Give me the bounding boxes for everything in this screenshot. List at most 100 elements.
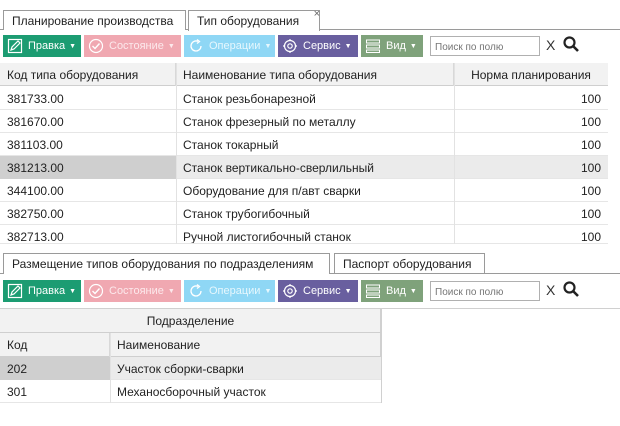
table-row[interactable]: 381670.00 Станок фрезерный по металлу 10… xyxy=(0,110,608,133)
table-row[interactable]: 344100.00 Оборудование для п/авт сварки … xyxy=(0,179,608,202)
view-label: Вид xyxy=(386,285,406,297)
column-divider xyxy=(176,63,177,244)
service-label: Сервис xyxy=(303,285,341,297)
cell-name: Участок сборки-сварки xyxy=(117,362,244,376)
tab-equipment-type[interactable]: Тип оборудования × xyxy=(188,8,320,31)
operations-button[interactable]: Операции ▼ xyxy=(184,280,275,302)
column-header-code[interactable]: Код xyxy=(0,333,110,357)
table-row[interactable]: 381103.00 Станок токарный 100 xyxy=(0,133,608,156)
column-header-name[interactable]: Наименование xyxy=(110,333,381,357)
edit-button[interactable]: Правка ▼ xyxy=(3,35,81,57)
operations-label: Операции xyxy=(209,285,261,297)
chevron-down-icon: ▼ xyxy=(344,42,352,50)
cell-norm: 100 xyxy=(580,161,601,175)
search-input[interactable] xyxy=(430,281,540,301)
tab-close-icon[interactable]: × xyxy=(314,8,320,20)
refresh-icon xyxy=(187,282,205,300)
group-header-division: Подразделение xyxy=(146,314,235,328)
cell-name: Станок токарный xyxy=(183,138,279,152)
clear-search-button[interactable]: X xyxy=(546,282,555,298)
column-divider xyxy=(381,309,382,403)
cell-code: 202 xyxy=(0,357,110,380)
edit-label: Правка xyxy=(28,285,66,297)
edit-button[interactable]: Правка ▼ xyxy=(3,280,81,302)
cell-name: Оборудование для п/авт сварки xyxy=(183,184,361,198)
service-label: Сервис xyxy=(303,40,341,52)
list-view-icon xyxy=(364,282,382,300)
cell-norm: 100 xyxy=(580,115,601,129)
pencil-icon xyxy=(6,282,24,300)
state-label: Состояние xyxy=(109,40,164,52)
chevron-down-icon: ▼ xyxy=(69,287,77,295)
table-row[interactable]: 301 Механосборочный участок xyxy=(0,380,381,403)
column-header-name[interactable]: Наименование типа оборудования xyxy=(176,63,454,86)
check-circle-icon xyxy=(87,37,105,55)
cell-code: 382750.00 xyxy=(7,207,64,221)
operations-label: Операции xyxy=(209,40,261,52)
view-label: Вид xyxy=(386,40,406,52)
cell-name: Станок вертикально-сверлильный xyxy=(183,161,374,175)
detail-toolbar: Правка ▼ Состояние ▼ Операции ▼ Сервис ▼… xyxy=(0,278,620,304)
list-view-icon xyxy=(364,37,382,55)
search-input[interactable] xyxy=(430,36,540,56)
chevron-down-icon: ▼ xyxy=(264,287,272,295)
group-header: Подразделение xyxy=(0,309,381,333)
gear-icon xyxy=(281,282,299,300)
table-header: Код Наименование xyxy=(0,333,381,357)
tab-production-planning[interactable]: Планирование производства xyxy=(3,10,186,30)
table-row[interactable]: 382750.00 Станок трубогибочный 100 xyxy=(0,202,608,225)
cell-norm: 100 xyxy=(580,207,601,221)
chevron-down-icon: ▼ xyxy=(264,42,272,50)
operations-button[interactable]: Операции ▼ xyxy=(184,35,275,57)
tab-label: Планирование производства xyxy=(12,14,174,28)
table-row-selected[interactable]: 381213.00 Станок вертикально-сверлильный… xyxy=(0,156,608,179)
tab-equipment-passport[interactable]: Паспорт оборудования xyxy=(334,253,485,273)
cell-norm: 100 xyxy=(580,138,601,152)
view-button[interactable]: Вид ▼ xyxy=(361,35,423,57)
view-button[interactable]: Вид ▼ xyxy=(361,280,423,302)
cell-norm: 100 xyxy=(580,230,601,244)
chevron-down-icon: ▼ xyxy=(409,287,417,295)
cell-name: Станок резьбонарезной xyxy=(183,92,316,106)
cell-norm: 100 xyxy=(580,184,601,198)
service-button[interactable]: Сервис ▼ xyxy=(278,35,358,57)
check-circle-icon xyxy=(87,282,105,300)
tab-label: Паспорт оборудования xyxy=(343,257,472,271)
main-toolbar: Правка ▼ Состояние ▼ Операции ▼ Сервис ▼… xyxy=(0,33,620,59)
clear-search-button[interactable]: X xyxy=(546,37,555,53)
tab-division-placement[interactable]: Размещение типов оборудования по подразд… xyxy=(3,253,330,274)
service-button[interactable]: Сервис ▼ xyxy=(278,280,358,302)
table-row[interactable]: 382713.00 Ручной листогибочный станок 10… xyxy=(0,225,608,244)
state-label: Состояние xyxy=(109,285,164,297)
column-header-norm[interactable]: Норма планирования xyxy=(454,63,608,86)
cell-norm: 100 xyxy=(580,92,601,106)
column-header-code[interactable]: Код типа оборудования xyxy=(0,63,176,86)
top-tab-bar: Планирование производства Тип оборудован… xyxy=(0,6,620,31)
column-divider xyxy=(110,333,111,403)
tab-label: Размещение типов оборудования по подразд… xyxy=(12,257,314,271)
edit-label: Правка xyxy=(28,40,66,52)
cell-code: 381103.00 xyxy=(7,138,63,152)
cell-code: 381213.00 xyxy=(0,156,176,179)
cell-code: 381670.00 xyxy=(7,115,64,129)
chevron-down-icon: ▼ xyxy=(344,287,352,295)
chevron-down-icon: ▼ xyxy=(167,42,175,50)
table-row-selected[interactable]: 202 Участок сборки-сварки xyxy=(0,357,381,380)
pencil-icon xyxy=(6,37,24,55)
chevron-down-icon: ▼ xyxy=(409,42,417,50)
gear-icon xyxy=(281,37,299,55)
state-button[interactable]: Состояние ▼ xyxy=(84,280,181,302)
refresh-icon xyxy=(187,37,205,55)
column-divider xyxy=(454,63,455,244)
cell-name: Механосборочный участок xyxy=(117,385,266,399)
search-icon[interactable] xyxy=(562,280,582,300)
state-button[interactable]: Состояние ▼ xyxy=(84,35,181,57)
cell-code: 344100.00 xyxy=(7,184,64,198)
cell-name: Станок фрезерный по металлу xyxy=(183,115,356,129)
chevron-down-icon: ▼ xyxy=(167,287,175,295)
table-row[interactable]: 381733.00 Станок резьбонарезной 100 xyxy=(0,87,608,110)
cell-code: 382713.00 xyxy=(7,230,64,244)
search-icon[interactable] xyxy=(562,35,582,55)
cell-code: 381733.00 xyxy=(7,92,64,106)
cell-name: Станок трубогибочный xyxy=(183,207,310,221)
